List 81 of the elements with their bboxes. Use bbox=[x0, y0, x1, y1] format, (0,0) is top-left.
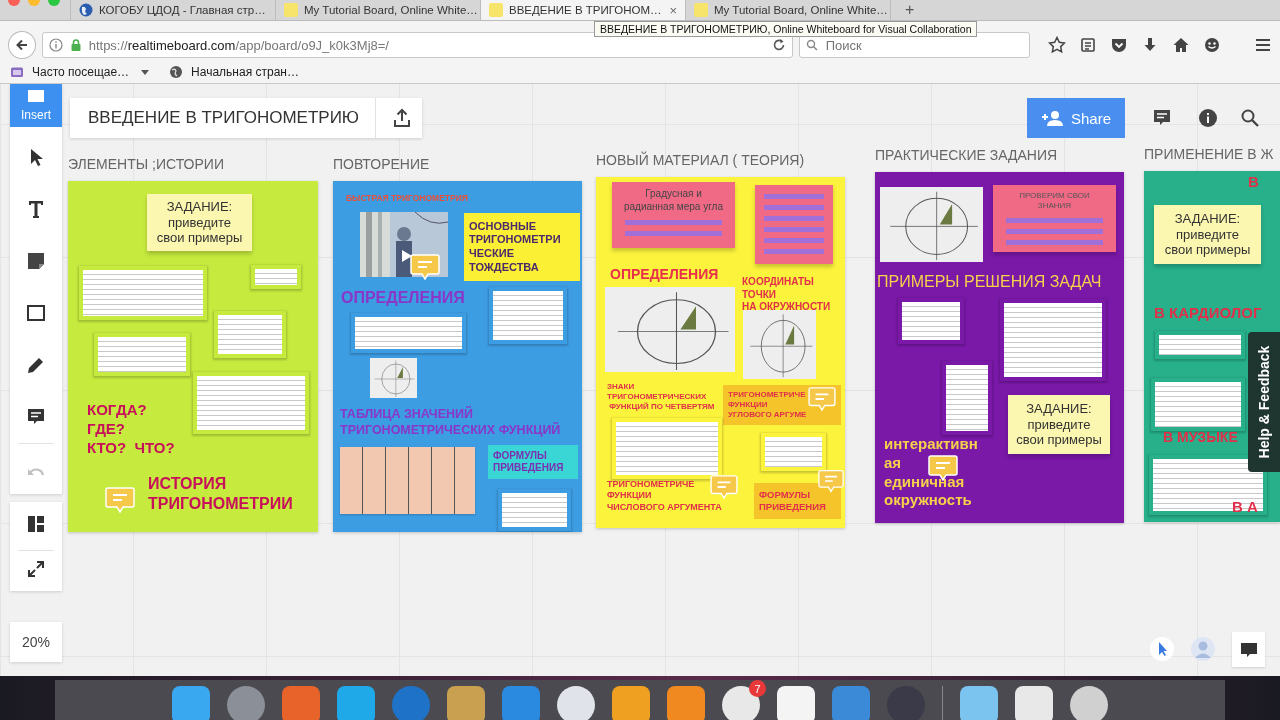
pen-icon[interactable] bbox=[26, 355, 46, 375]
comments-icon[interactable] bbox=[1152, 108, 1172, 128]
tab-title: КОГОБУ ЦДОД - Главная стр… bbox=[99, 4, 267, 16]
heading-text[interactable]: ОПРЕДЕЛЕНИЯ bbox=[610, 266, 719, 284]
notification-badge: 7 bbox=[749, 680, 766, 697]
home-icon[interactable] bbox=[1172, 36, 1190, 54]
app-icon[interactable] bbox=[557, 686, 595, 720]
frame-title[interactable]: НОВЫЙ МАТЕРИАЛ ( ТЕОРИЯ) bbox=[596, 152, 845, 169]
back-button[interactable] bbox=[8, 31, 36, 59]
heading-text[interactable]: В А bbox=[1232, 498, 1258, 517]
diagram-thumbnail[interactable] bbox=[743, 310, 816, 379]
heading-text[interactable]: ТРИГОНОМЕТРИЧЕ ФУНКЦИИ ЧИСЛОВОГО АРГУМЕНТА bbox=[607, 479, 722, 513]
sticky-note[interactable]: ЗАДАНИЕ: приведите свои примеры bbox=[1154, 205, 1261, 264]
heading-text[interactable]: ПРИМЕРЫ РЕШЕНИЯ ЗАДАЧ bbox=[877, 272, 1102, 292]
tab-title: ВВЕДЕНИЕ В ТРИГОНОМ… bbox=[509, 4, 663, 16]
chat-button[interactable] bbox=[1232, 632, 1265, 667]
browser-tab[interactable]: My Tutorial Board, Online White… bbox=[275, 0, 480, 20]
search-icon[interactable] bbox=[1240, 108, 1260, 128]
heading-text[interactable]: ЗНАКИ ТРИГОНОМЕТРИЧЕСКИХ ФУНКЦИЙ ПО ЧЕТВЕРТЯМ bbox=[607, 382, 715, 412]
globe-icon bbox=[79, 3, 93, 17]
add-person-icon bbox=[1041, 110, 1063, 126]
bookmark-item[interactable]: Часто посещае… bbox=[10, 65, 150, 79]
note-card[interactable]: ОСНОВНЫЕ ТРИГОНОМЕТРИ ЧЕСКИЕ ТОЖДЕСТВА bbox=[464, 213, 580, 281]
frame-title[interactable]: ПРАКТИЧЕСКИЕ ЗАДАНИЯ bbox=[875, 147, 1124, 164]
frame-title[interactable]: ЭЛЕМЕНТЫ ;ИСТОРИИ bbox=[68, 156, 318, 173]
sticky-note-icon bbox=[694, 3, 708, 17]
note-text: ПРОВЕРИМ СВОИ ЗНАНИЯ bbox=[1019, 191, 1090, 211]
tab-title: My Tutorial Board, Online White… bbox=[714, 4, 888, 16]
frame-title[interactable]: ПОВТОРЕНИЕ bbox=[333, 156, 582, 173]
globe-icon bbox=[169, 65, 184, 79]
heading-text[interactable]: КОГДА? ГДЕ? КТО? ЧТО? bbox=[87, 401, 175, 458]
heading-text[interactable]: интерактивн ая единичная окружность bbox=[884, 435, 978, 510]
comment-icon[interactable] bbox=[928, 455, 958, 481]
sticky-note-icon[interactable] bbox=[26, 251, 46, 271]
heading-text[interactable]: ИСТОРИЯ ТРИГОНОМЕТРИИ bbox=[148, 474, 293, 514]
table-thumbnail[interactable] bbox=[340, 447, 475, 514]
close-tab-button[interactable]: × bbox=[669, 2, 677, 18]
reading-list-icon[interactable] bbox=[1079, 36, 1097, 54]
search-icon bbox=[805, 39, 818, 51]
diagram-thumbnail[interactable] bbox=[605, 287, 735, 372]
help-feedback-tab[interactable]: Help & Feedback bbox=[1248, 332, 1280, 472]
reload-icon[interactable] bbox=[771, 38, 786, 52]
caret-icon bbox=[141, 69, 150, 75]
heading-text[interactable]: КООРДИНАТЫ ТОЧКИ НА ОКРУЖНОСТИ bbox=[742, 276, 831, 314]
bookmark-item[interactable]: Начальная стран… bbox=[169, 65, 299, 79]
fullscreen-icon[interactable] bbox=[26, 559, 46, 579]
tooltip: ВВЕДЕНИЕ В ТРИГОНОМЕТРИЮ, Online Whiteboard for Visual Collaboration bbox=[594, 21, 978, 37]
diagram-thumbnail[interactable] bbox=[370, 358, 417, 398]
note-card[interactable]: ФОРМУЛЫ ПРИВЕДЕНИЯ bbox=[754, 483, 841, 519]
share-button[interactable]: Share bbox=[1027, 98, 1125, 138]
insert-button[interactable]: Insert bbox=[10, 84, 62, 127]
rectangle-icon[interactable] bbox=[26, 303, 46, 323]
diagram-thumbnail[interactable] bbox=[880, 187, 983, 262]
new-tab-button[interactable]: + bbox=[890, 0, 929, 20]
browser-tab[interactable]: ВВЕДЕНИЕ В ТРИГОНОМ… × bbox=[480, 0, 685, 20]
sticky-note[interactable]: ЗАДАНИЕ: приведите свои примеры bbox=[147, 194, 252, 251]
sticky-note-icon bbox=[489, 3, 503, 17]
text-tool-icon[interactable] bbox=[26, 199, 46, 219]
smiley-icon[interactable] bbox=[1203, 36, 1221, 54]
board-title[interactable]: ВВЕДЕНИЕ В ТРИГОНОМЕТРИЮ bbox=[70, 98, 377, 138]
note-text: Градусная и радианная мера угла bbox=[623, 188, 724, 213]
url-text: https://realtimeboard.com/app/board/o9J_k0k3Mj8=/ bbox=[88, 37, 390, 53]
sticky-note-icon bbox=[284, 3, 298, 17]
upload-icon[interactable] bbox=[392, 108, 413, 128]
sticky-note[interactable]: ЗАДАНИЕ: приведите свои примеры bbox=[1008, 395, 1110, 454]
tab-title: My Tutorial Board, Online White… bbox=[304, 4, 478, 16]
app-icon[interactable] bbox=[1070, 686, 1108, 720]
pocket-icon[interactable] bbox=[1110, 36, 1128, 54]
zoom-level[interactable]: 20% bbox=[10, 622, 62, 662]
note-card[interactable]: Градусная и радианная мера угла bbox=[612, 182, 735, 248]
layout-icon[interactable] bbox=[26, 514, 46, 534]
menu-icon[interactable] bbox=[1254, 36, 1272, 54]
frame-title[interactable]: ПРИМЕНЕНИЕ В Ж bbox=[1144, 146, 1280, 163]
app-icon[interactable] bbox=[722, 686, 760, 720]
star-icon[interactable] bbox=[1048, 36, 1066, 54]
note-card[interactable]: ФОРМУЛЫ ПРИВЕДЕНИЯ bbox=[488, 445, 578, 479]
folder-icon bbox=[10, 65, 24, 79]
comment-tool-icon[interactable] bbox=[26, 407, 46, 427]
browser-tab[interactable]: My Tutorial Board, Online White… bbox=[685, 0, 890, 20]
search-input[interactable]: Поиск bbox=[823, 36, 1008, 54]
info-icon[interactable] bbox=[1198, 108, 1218, 128]
